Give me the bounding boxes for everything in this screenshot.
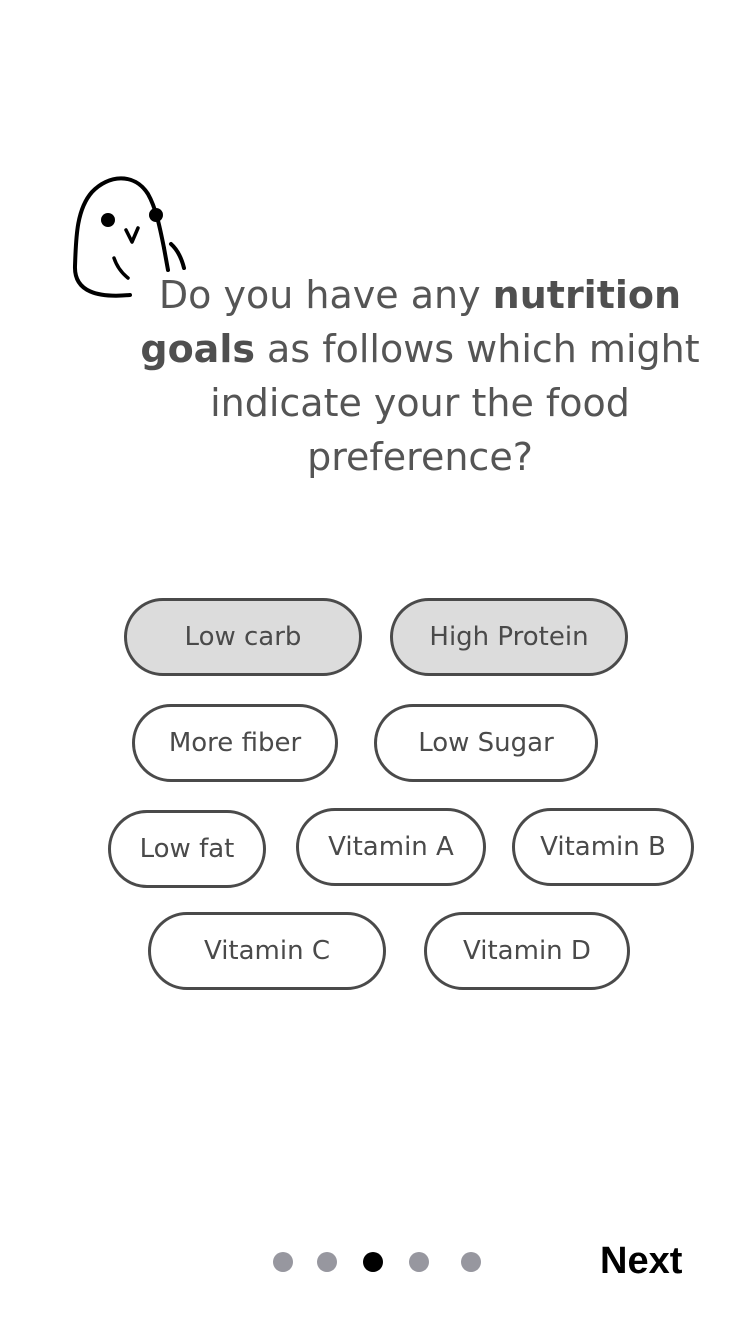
pager-dot[interactable]: [461, 1252, 481, 1272]
next-button[interactable]: Next: [600, 1238, 700, 1284]
option-low-sugar[interactable]: Low Sugar: [374, 704, 598, 782]
question-text: Do you have any nutrition goals as follow…: [140, 273, 700, 479]
option-high-protein[interactable]: High Protein: [390, 598, 628, 676]
pager-dot[interactable]: [409, 1252, 429, 1272]
pager-dot[interactable]: [317, 1252, 337, 1272]
option-vitamin-b[interactable]: Vitamin B: [512, 808, 694, 886]
option-more-fiber[interactable]: More fiber: [132, 704, 338, 782]
option-vitamin-a[interactable]: Vitamin A: [296, 808, 486, 886]
option-low-carb[interactable]: Low carb: [124, 598, 362, 676]
pager-dot[interactable]: [273, 1252, 293, 1272]
option-low-fat[interactable]: Low fat: [108, 810, 266, 888]
option-vitamin-c[interactable]: Vitamin C: [148, 912, 386, 990]
option-vitamin-d[interactable]: Vitamin D: [424, 912, 630, 990]
pager-dot-active[interactable]: [363, 1252, 383, 1272]
